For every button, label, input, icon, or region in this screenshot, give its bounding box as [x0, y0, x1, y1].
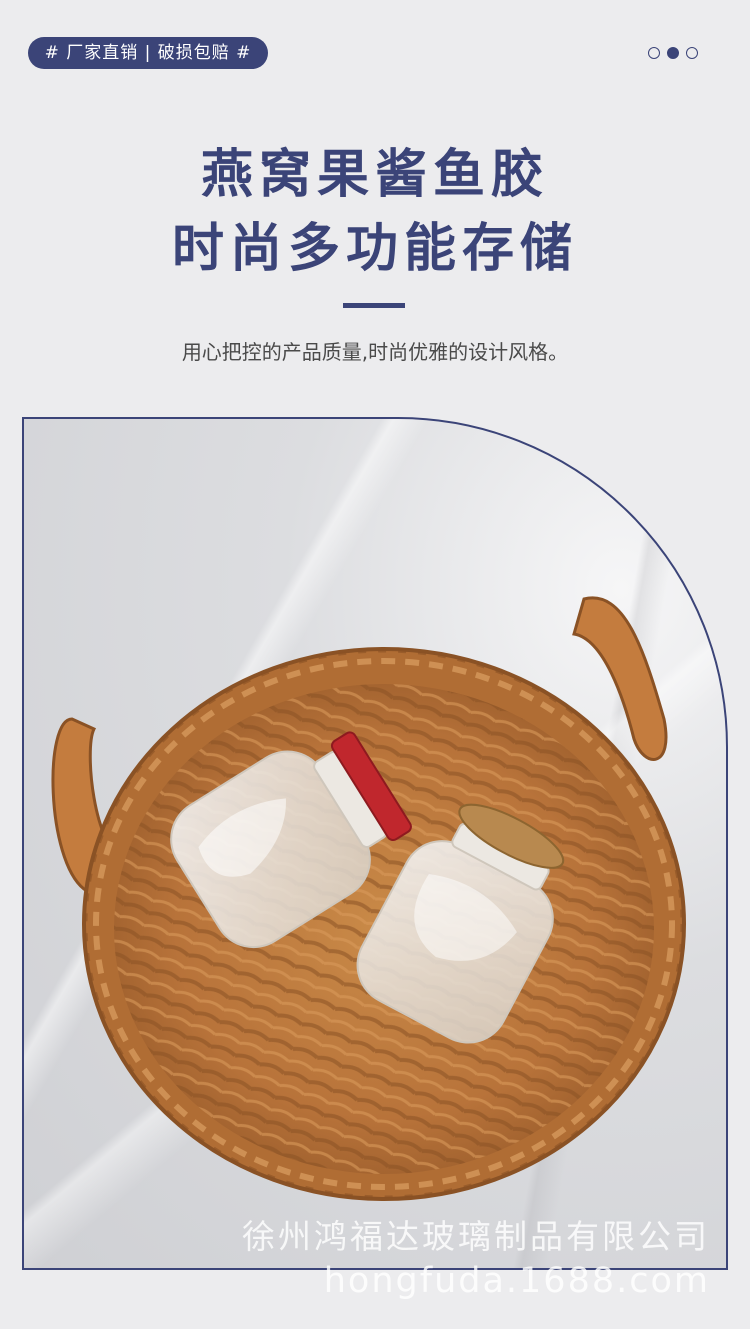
carousel-dot[interactable]	[686, 47, 698, 59]
promo-tag: # 厂家直销 | 破损包赔 #	[28, 37, 268, 69]
headline-line-2: 时尚多功能存储	[171, 219, 578, 279]
title-divider	[343, 303, 405, 308]
product-photo	[22, 417, 728, 1270]
subtitle: 用心把控的产品质量,时尚优雅的设计风格。	[181, 340, 569, 364]
carousel-dot-active[interactable]	[667, 47, 679, 59]
headline-line-1: 燕窝果酱鱼胶	[200, 145, 549, 205]
watermark-site: hongfuda.1688.com	[323, 1261, 710, 1301]
product-illustration	[51, 596, 686, 1201]
carousel-indicator	[648, 47, 698, 59]
carousel-dot[interactable]	[648, 47, 660, 59]
watermark-company: 徐州鸿福达玻璃制品有限公司	[242, 1217, 710, 1256]
